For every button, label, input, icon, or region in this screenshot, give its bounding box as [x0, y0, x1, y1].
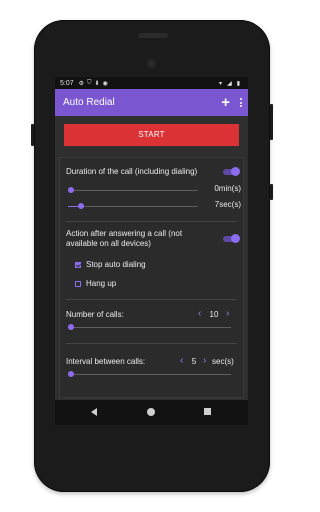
interval-value: 5 — [191, 357, 197, 366]
screen: 5:07 ⚙ ⛉ ⬇ ◉ ▾ ◢ ▮ Auto Redial + START D… — [55, 77, 248, 425]
circle-icon: ◉ — [102, 80, 108, 87]
settings-card: Duration of the call (including dialing)… — [59, 157, 244, 398]
number-of-calls-slider[interactable] — [68, 324, 231, 331]
gear-icon: ⚙ — [78, 80, 85, 87]
divider — [66, 299, 237, 300]
front-camera — [146, 58, 157, 69]
app-title: Auto Redial — [63, 97, 115, 108]
wifi-icon: ▾ — [219, 80, 223, 87]
hang-up-checkbox[interactable] — [75, 281, 81, 287]
navigation-bar — [55, 400, 248, 425]
phone-side-button-right-2 — [270, 184, 273, 200]
app-bar: Auto Redial + — [55, 89, 248, 116]
duration-toggle[interactable] — [223, 167, 240, 176]
duration-minutes-unit: min(s) — [218, 184, 241, 193]
duration-seconds-value: 7sec(s) — [201, 200, 241, 210]
duration-seconds-unit: sec(s) — [219, 200, 241, 209]
stop-auto-dialing-label[interactable]: Stop auto dialing — [86, 260, 146, 270]
shield-icon: ⛉ — [87, 79, 92, 86]
interval-slider[interactable] — [68, 371, 231, 378]
interval-decrement-chevron-left-icon[interactable]: ‹ — [180, 356, 183, 366]
more-vertical-icon[interactable] — [240, 98, 242, 107]
answer-action-label: Action after answering a call (not avail… — [66, 229, 183, 248]
duration-seconds-slider[interactable] — [68, 203, 198, 210]
calls-increment-chevron-right-icon[interactable]: › — [226, 309, 229, 319]
interval-increment-chevron-right-icon[interactable]: › — [203, 356, 206, 366]
phone-side-button-left — [31, 124, 34, 146]
battery-icon: ▮ — [236, 80, 240, 87]
phone-speaker — [138, 33, 168, 38]
duration-label: Duration of the call (including dialing) — [66, 167, 198, 176]
phone-side-button-right — [270, 104, 273, 140]
download-icon: ⬇ — [94, 80, 100, 87]
interval-label: Interval between calls: — [66, 357, 146, 366]
home-icon[interactable] — [147, 408, 155, 416]
calls-value: 10 — [209, 310, 219, 319]
status-time: 5:07 — [60, 79, 74, 87]
calls-decrement-chevron-left-icon[interactable]: ‹ — [198, 309, 201, 319]
duration-minutes-value: 0min(s) — [201, 184, 241, 194]
status-bar: 5:07 ⚙ ⛉ ⬇ ◉ ▾ ◢ ▮ — [55, 77, 248, 89]
back-icon[interactable] — [91, 408, 97, 416]
duration-minutes-slider[interactable] — [68, 187, 198, 194]
answer-action-toggle[interactable] — [223, 234, 240, 243]
stop-auto-dialing-checkbox[interactable] — [75, 262, 81, 268]
interval-unit: sec(s) — [212, 357, 234, 366]
number-of-calls-label: Number of calls: — [66, 310, 124, 319]
recent-apps-icon[interactable] — [204, 408, 211, 415]
hang-up-label[interactable]: Hang up — [86, 279, 116, 289]
divider — [66, 221, 237, 222]
divider — [66, 343, 237, 344]
start-button[interactable]: START — [64, 124, 239, 146]
signal-icon: ◢ — [227, 80, 232, 87]
add-icon[interactable]: + — [221, 95, 230, 110]
